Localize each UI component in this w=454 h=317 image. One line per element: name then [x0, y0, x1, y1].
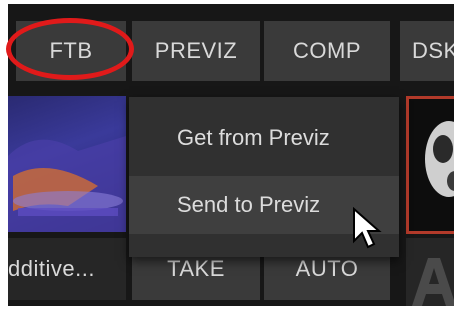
take-label: TAKE [167, 256, 225, 281]
menu-item-get-from-previz[interactable]: Get from Previz [129, 109, 399, 167]
menu-item-label: Get from Previz [177, 125, 330, 150]
menu-item-label: Send to Previz [177, 192, 321, 217]
mouse-cursor-icon [353, 207, 382, 249]
auto-label: AUTO [295, 256, 359, 281]
dsk-bottom-slot [406, 238, 454, 306]
comp-button[interactable]: COMP [264, 21, 390, 81]
previz-label: PREVIZ [154, 38, 238, 63]
source-name-label: dditive... [8, 238, 126, 300]
ftb-button[interactable]: FTB [16, 21, 126, 81]
dsk-thumbnail-art [425, 121, 454, 197]
dsk-label: DSK [412, 38, 454, 63]
source-thumbnail[interactable] [8, 96, 126, 232]
dsk-glyph-icon [412, 258, 454, 306]
dsk-button[interactable]: DSK [400, 21, 454, 81]
dsk-thumbnail[interactable] [406, 96, 454, 234]
switcher-panel: FTB PREVIZ COMP DSK dditive... TAKE AUTO [8, 4, 454, 306]
ftb-label: FTB [49, 38, 93, 63]
comp-label: COMP [293, 38, 361, 63]
thumbnail-art [8, 136, 126, 232]
source-name-text: dditive... [8, 256, 95, 281]
previz-button[interactable]: PREVIZ [132, 21, 260, 81]
